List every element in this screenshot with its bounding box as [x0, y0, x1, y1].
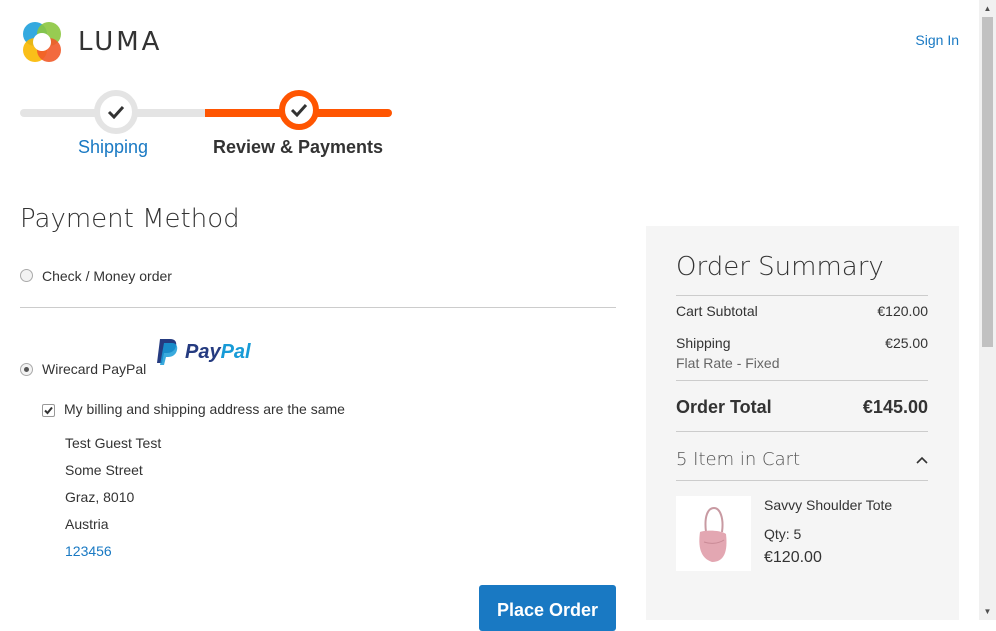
chevron-up-icon[interactable]: [915, 452, 929, 470]
cart-subtotal-value: €120.00: [877, 303, 928, 319]
cart-subtotal-label: Cart Subtotal: [676, 303, 758, 319]
product-thumbnail[interactable]: [676, 496, 751, 571]
scrollbar-thumb[interactable]: [982, 17, 993, 347]
order-total-value: €145.00: [862, 397, 928, 417]
shipping-method: Flat Rate - Fixed: [676, 355, 780, 371]
billing-address-city: Graz, 8010: [65, 489, 135, 505]
luma-logo[interactable]: LUMA: [20, 20, 162, 64]
luma-logo-icon: [23, 22, 61, 62]
billing-same-checkbox[interactable]: [42, 404, 55, 417]
shipping-value: €25.00: [885, 335, 928, 351]
place-order-button[interactable]: Place Order: [479, 585, 616, 631]
payment-option-checkmo-radio[interactable]: [20, 269, 33, 282]
sign-in-link[interactable]: Sign In: [915, 32, 959, 48]
scroll-down-arrow-icon[interactable]: ▼: [979, 603, 996, 620]
items-in-cart-toggle[interactable]: 5 Item in Cart: [676, 449, 800, 470]
step-shipping-marker[interactable]: [94, 90, 138, 134]
step-shipping-label[interactable]: Shipping: [60, 137, 166, 158]
product-name: Savvy Shoulder Tote: [764, 497, 893, 513]
logo-text: LUMA: [78, 27, 163, 57]
payment-method-title: Payment Method: [20, 204, 240, 234]
summary-divider: [676, 295, 928, 296]
billing-same-label[interactable]: My billing and shipping address are the …: [64, 401, 345, 417]
billing-address-country: Austria: [65, 516, 109, 532]
summary-divider: [676, 380, 928, 381]
checkmark-icon: [290, 103, 308, 117]
billing-address-name: Test Guest Test: [65, 435, 162, 451]
paypal-logo-text: PayPal: [185, 340, 251, 363]
product-price: €120.00: [764, 549, 822, 566]
paypal-logo: PayPal: [155, 338, 251, 366]
billing-address-street: Some Street: [65, 462, 143, 478]
product-qty: Qty: 5: [764, 526, 802, 542]
divider: [20, 307, 616, 308]
shipping-label: Shipping: [676, 335, 731, 351]
summary-divider: [676, 431, 928, 432]
order-summary-title: Order Summary: [676, 252, 884, 282]
tote-bag-image: [699, 506, 727, 562]
checkmark-icon: [107, 105, 125, 119]
summary-divider: [676, 480, 928, 481]
step-review-marker: [279, 90, 319, 130]
scroll-up-arrow-icon[interactable]: ▲: [979, 0, 996, 17]
paypal-icon: [157, 339, 178, 365]
step-review-label: Review & Payments: [212, 137, 384, 157]
payment-option-paypal-label[interactable]: Wirecard PayPal: [42, 361, 146, 377]
billing-address-phone-link[interactable]: 123456: [65, 543, 112, 559]
payment-option-paypal-radio[interactable]: [20, 363, 33, 376]
order-total-label: Order Total: [676, 397, 772, 417]
payment-option-checkmo-label[interactable]: Check / Money order: [42, 268, 172, 284]
checkbox-check-icon: [44, 406, 53, 415]
